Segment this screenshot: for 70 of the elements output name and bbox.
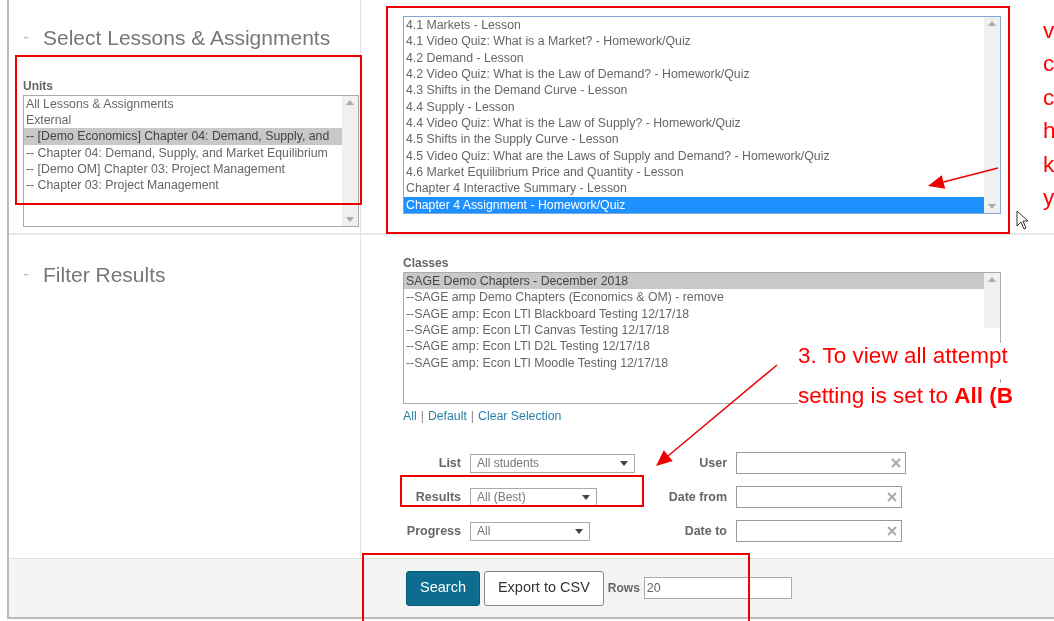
arrow xyxy=(928,167,999,189)
dropdown-value: All xyxy=(477,523,491,541)
section-title: Select Lessons & Assignments xyxy=(43,25,331,51)
list-option[interactable]: 4.1 Markets - Lesson xyxy=(404,17,521,34)
field-label: Rows xyxy=(607,580,640,597)
field-label: Classes xyxy=(403,255,450,272)
clear-icon[interactable] xyxy=(887,492,897,503)
caret-icon xyxy=(620,460,628,466)
list-option[interactable]: --SAGE amp: Econ LTI Moodle Testing 12/17/18 xyxy=(404,354,669,372)
dropdown-value: All (Best) xyxy=(477,489,526,507)
list-option[interactable]: 4.1 Video Quiz: What is a Market? - Homework/Quiz xyxy=(404,33,691,50)
dropdown[interactable]: All xyxy=(470,521,590,541)
list-option[interactable]: -- Chapter 03: Project Management xyxy=(24,177,219,194)
field-label: Progress xyxy=(405,523,461,541)
export-button[interactable]: Export to CSV xyxy=(483,570,604,606)
field-label: User xyxy=(698,455,727,473)
dropdown-value: All students xyxy=(477,455,540,473)
separator: | xyxy=(470,408,475,425)
input-field[interactable] xyxy=(736,520,902,543)
scroll-up-icon[interactable] xyxy=(988,277,996,282)
field-label: List xyxy=(437,455,461,473)
field-label: Units xyxy=(23,77,54,95)
link[interactable]: Default xyxy=(427,407,467,426)
list-option[interactable]: All Lessons & Assignments xyxy=(24,95,174,112)
list-option[interactable]: -- [Demo Economics] Chapter 04: Demand, Supply, and xyxy=(24,128,342,145)
field-label: Date to xyxy=(683,523,727,541)
scrollbar[interactable] xyxy=(342,95,358,226)
list-option[interactable]: 4.2 Video Quiz: What is the Law of Demand? - Homework/Quiz xyxy=(404,66,750,83)
list-option[interactable]: 4.4 Video Quiz: What is the Law of Supply? - Homework/Quiz xyxy=(404,115,741,132)
field-label: Results xyxy=(414,489,461,507)
list-option[interactable]: -- Chapter 04: Demand, Supply, and Market Equilibrium xyxy=(24,144,328,161)
list-option[interactable]: Chapter 4 Assignment - Homework/Quiz xyxy=(404,196,984,213)
cursor-icon xyxy=(1016,210,1028,230)
list-box[interactable] xyxy=(403,16,1001,214)
list-option[interactable]: 4.3 Shifts in the Demand Curve - Lesson xyxy=(404,82,628,99)
scroll-down-icon[interactable] xyxy=(988,204,996,209)
scrollbar[interactable] xyxy=(984,17,1000,213)
list-option[interactable]: 4.6 Market Equilibrium Price and Quantity - Lesson xyxy=(404,164,684,181)
caret-icon xyxy=(582,494,590,500)
separator: | xyxy=(420,408,424,425)
input-field[interactable] xyxy=(736,452,906,475)
list-option[interactable]: 4.4 Supply - Lesson xyxy=(404,98,515,116)
list-option[interactable]: --SAGE amp: Econ LTI Blackboard Testing 12/17/18 xyxy=(404,305,690,323)
list-option[interactable]: 4.2 Demand - Lesson xyxy=(404,49,524,67)
list-option[interactable]: --SAGE amp: Econ LTI Canvas Testing 12/17/18 xyxy=(404,322,670,339)
list-box[interactable] xyxy=(23,94,359,227)
list-option[interactable]: -- [Demo OM] Chapter 03: Project Management xyxy=(24,160,286,178)
clear-icon[interactable] xyxy=(891,458,901,469)
scroll-down-icon[interactable] xyxy=(346,216,354,222)
link[interactable]: Clear Selection xyxy=(478,407,562,426)
scroll-up-icon[interactable] xyxy=(988,21,996,26)
list-option[interactable]: --SAGE amp: Econ LTI D2L Testing 12/17/18 xyxy=(404,338,650,355)
input-field[interactable] xyxy=(736,486,902,509)
clear-icon[interactable] xyxy=(887,526,897,537)
scroll-up-icon[interactable] xyxy=(346,99,354,105)
list-option[interactable]: SAGE Demo Chapters - December 2018 xyxy=(404,273,984,290)
dropdown[interactable]: All (Best) xyxy=(470,487,597,507)
caret-icon xyxy=(575,528,583,534)
list-option[interactable]: --SAGE amp Demo Chapters (Economics & OM) - remove xyxy=(404,289,724,306)
list-option[interactable]: Chapter 4 Interactive Summary - Lesson xyxy=(404,180,627,197)
dropdown[interactable]: All students xyxy=(470,453,635,473)
input-field[interactable]: 20 xyxy=(643,577,792,599)
link[interactable]: All xyxy=(403,407,417,426)
list-option[interactable]: External xyxy=(24,111,72,129)
list-option[interactable]: 4.5 Video Quiz: What are the Laws of Supply and Demand? - Homework/Quiz xyxy=(404,147,830,165)
scrollbar[interactable] xyxy=(984,273,1000,328)
search-button[interactable]: Search xyxy=(406,570,480,606)
field-label: Date from xyxy=(667,489,727,507)
list-option[interactable]: 4.5 Shifts in the Supply Curve - Lesson xyxy=(404,131,619,148)
section-title: Filter Results xyxy=(43,262,166,288)
